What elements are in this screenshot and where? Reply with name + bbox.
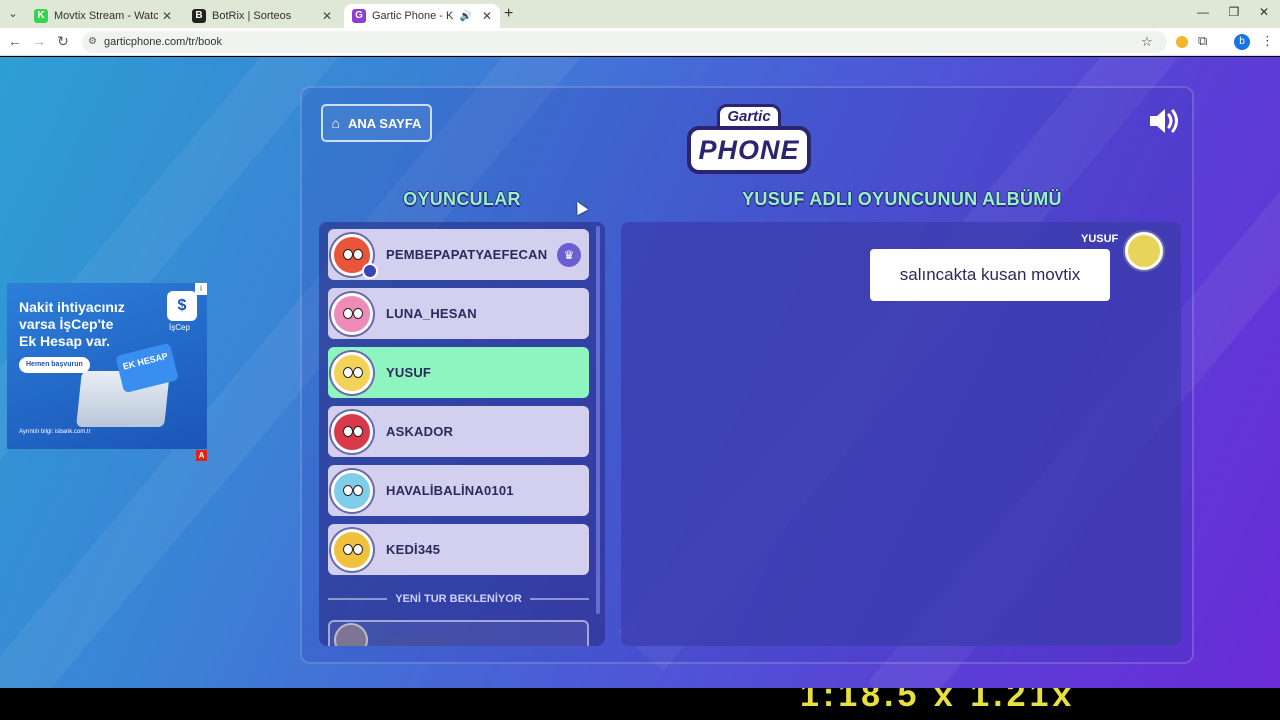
players-list[interactable]: PEMBEPAPATYAEFECAN ♛ LUNA_HESAN YUSUF AS… [319, 222, 605, 646]
player-avatar [331, 351, 373, 394]
address-bar[interactable]: ⚙ garticphone.com/tr/book [82, 31, 1167, 53]
avatar-eyes-icon [343, 248, 363, 260]
player-avatar [331, 469, 373, 512]
close-tab-icon[interactable]: ✕ [162, 9, 172, 23]
home-button-label: ANA SAYFA [348, 115, 422, 131]
restore-icon[interactable]: ❐ [1224, 5, 1244, 19]
tab-title: BotRix | Sorteos [212, 10, 292, 22]
back-icon[interactable]: ← [6, 33, 24, 49]
player-avatar [331, 233, 378, 279]
botrix-favicon-icon: B [192, 9, 206, 23]
players-heading: OYUNCULAR [403, 189, 521, 209]
isbank-logo-icon: $ [167, 291, 197, 321]
browser-toolbar: ← → ↻ ⚙ garticphone.com/tr/book ☆ ⧉ b ⋮ [0, 28, 1280, 56]
close-tab-icon[interactable]: ✕ [482, 9, 492, 23]
player-item[interactable]: ASKADOR [328, 406, 589, 457]
crown-icon: ♛ [557, 243, 581, 267]
movtix-favicon-icon: K [34, 9, 48, 23]
adchoices-icon[interactable]: A [196, 450, 207, 461]
avatar-eyes-icon [343, 543, 363, 555]
tab-title: Gartic Phone - Kulaktan Kul [372, 10, 454, 22]
ad-footer: Ayrıntılı bilgi: isbank.com.tr [19, 429, 91, 435]
message-author: YUSUF [1081, 233, 1119, 245]
tab-search-dropdown-icon[interactable]: ⌄ [4, 5, 22, 23]
players-scrollbar[interactable] [596, 226, 600, 614]
new-tab-button[interactable]: + [504, 5, 513, 23]
gartic-favicon-icon: G [352, 9, 366, 23]
home-icon: ⌂ [331, 115, 340, 131]
album-area: YUSUF salıncakta kusan movtix [621, 222, 1181, 646]
player-avatar [331, 410, 373, 453]
profile-avatar[interactable]: b [1234, 34, 1250, 50]
divider-line [529, 598, 590, 600]
player-item[interactable]: LUNA_HESAN [328, 288, 589, 339]
avatar-eyes-icon [343, 366, 363, 378]
bookmark-star-icon[interactable]: ☆ [1141, 34, 1153, 50]
player-item[interactable]: PEMBEPAPATYAEFECAN ♛ [328, 229, 589, 280]
site-info-icon[interactable]: ⚙ [88, 31, 97, 53]
player-name: PEMBEPAPATYAEFECAN [386, 247, 548, 262]
game-panel: ⌂ ANA SAYFA Gartic PHONE OYUNCULAR YUSUF… [300, 86, 1194, 664]
player-name: HAVALİBALİNA0101 [386, 483, 514, 498]
tab-audio-icon[interactable]: 🔊 [459, 11, 471, 22]
player-name: ASKADOR [386, 424, 454, 439]
url-text: garticphone.com/tr/book [104, 36, 223, 48]
message-author-avatar [1125, 232, 1163, 270]
player-item[interactable]: HAVALİBALİNA0101 [328, 465, 589, 516]
message-bubble: salıncakta kusan movtix [870, 249, 1110, 301]
video-bottom-bar [0, 688, 1280, 720]
player-name: KEDİ345 [386, 542, 441, 557]
ad-card: EK HESAP [115, 342, 179, 394]
reload-icon[interactable]: ↻ [54, 33, 72, 50]
extensions-puzzle-icon[interactable]: ⧉ [1198, 33, 1207, 49]
avatar-eyes-icon [343, 307, 363, 319]
tab-gartic-phone[interactable]: G Gartic Phone - Kulaktan Kul 🔊 ✕ [344, 4, 500, 28]
player-avatar [331, 292, 373, 335]
tab-movtix[interactable]: K Movtix Stream - Watch Live on ✕ [26, 4, 180, 28]
player-name: LUNA_HESAN [386, 306, 477, 321]
avatar-eyes-icon [343, 425, 363, 437]
ad-logo-text: İşCep [169, 323, 190, 332]
browser-tab-bar: ⌄ K Movtix Stream - Watch Live on ✕ B Bo… [0, 0, 1280, 28]
close-window-icon[interactable]: ✕ [1254, 5, 1274, 19]
player-item-active[interactable]: YUSUF [328, 347, 589, 398]
gartic-phone-logo: Gartic PHONE [687, 104, 811, 176]
home-button[interactable]: ⌂ ANA SAYFA [321, 104, 432, 142]
minimize-icon[interactable]: — [1193, 5, 1213, 19]
player-avatar [334, 623, 368, 646]
speed-overlay-text: 1:18.5 x 1.21x [800, 688, 1076, 714]
player-name: 03MAXİMİN [382, 632, 453, 647]
logo-main-text: PHONE [687, 126, 811, 174]
album-heading: YUSUF ADLI OYUNCUNUN ALBÜMÜ [742, 189, 1062, 209]
divider-line [328, 598, 388, 600]
page-background: Nakit ihtiyacınız varsa İşCep'te Ek Hesa… [0, 57, 1280, 688]
forward-icon[interactable]: → [30, 33, 48, 49]
player-avatar [331, 528, 373, 571]
ad-info-icon[interactable]: i [195, 283, 207, 295]
volume-icon[interactable] [1148, 106, 1182, 136]
waiting-label: YENİ TUR BEKLENİYOR [395, 593, 522, 605]
advertisement[interactable]: Nakit ihtiyacınız varsa İşCep'te Ek Hesa… [7, 283, 207, 449]
avatar-eyes-icon [343, 484, 363, 496]
ad-cta-button[interactable]: Hemen başvurun [19, 357, 90, 373]
browser-menu-icon[interactable]: ⋮ [1261, 33, 1274, 49]
extension-icon[interactable] [1176, 36, 1188, 48]
waiting-divider: YENİ TUR BEKLENİYOR [328, 592, 590, 606]
ad-headline: Nakit ihtiyacınız varsa İşCep'te Ek Hesa… [19, 299, 125, 349]
player-name: YUSUF [386, 365, 432, 380]
player-item[interactable]: KEDİ345 [328, 524, 589, 575]
close-tab-icon[interactable]: ✕ [322, 9, 332, 23]
tab-botrix[interactable]: B BotRix | Sorteos ✕ [184, 4, 340, 28]
waiting-player-item[interactable]: 03MAXİMİN [328, 620, 589, 646]
user-badge-icon [362, 262, 378, 279]
tab-title: Movtix Stream - Watch Live on [54, 10, 158, 22]
